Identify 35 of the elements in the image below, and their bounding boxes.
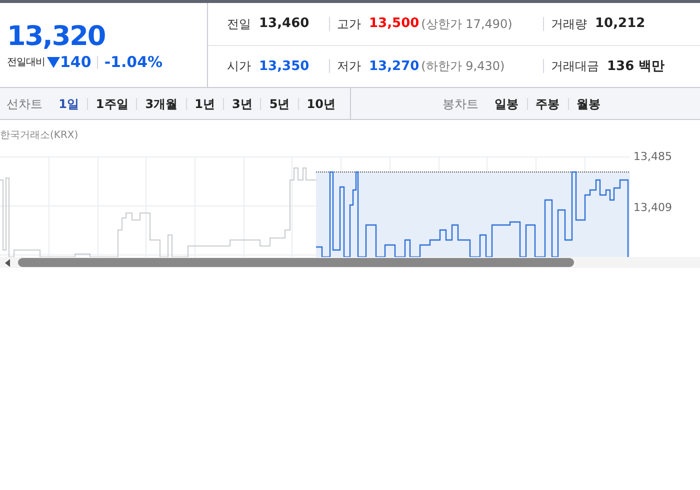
stat-value: 13,460 (259, 15, 310, 33)
stat-value: 10,212 (595, 15, 646, 33)
period-tab[interactable]: 10년 (298, 98, 344, 110)
stat-label: 거래량 (551, 16, 587, 33)
change-value: 140 (60, 54, 92, 70)
price-limit-note: (상한가 17,490) (421, 16, 512, 33)
period-tab[interactable]: 주봉 (526, 98, 568, 110)
chart-type-label: 선차트 (6, 96, 43, 112)
period-tab[interactable]: 3년 (223, 98, 260, 110)
period-tab[interactable]: 월봉 (568, 98, 608, 110)
stat-label: 거래대금 (551, 58, 599, 76)
stat-label: 고가 (337, 16, 361, 33)
chart-type-label: 봉차트 (442, 96, 478, 112)
period-tab[interactable]: 3개월 (136, 98, 186, 110)
scrollbar-thumb[interactable] (18, 258, 574, 267)
period-tab[interactable]: 5년 (260, 98, 298, 110)
stat-value: 13,270 (369, 58, 420, 76)
axis-label: 13,485 (634, 150, 672, 164)
period-tab[interactable]: 1년 (186, 98, 223, 110)
stat-label: 전일 (227, 16, 251, 33)
axis-label: 13,409 (634, 201, 672, 215)
stat-value: 13,350 (259, 58, 310, 76)
stat-value: 136 백만 (607, 58, 665, 76)
change-percent: -1.04% (104, 54, 163, 70)
change-label: 전일대비 (7, 56, 45, 70)
current-price: 13,320 (7, 20, 106, 52)
data-source: 한국거래소(KRX) (0, 128, 78, 142)
period-tab[interactable]: 일봉 (486, 98, 526, 110)
stat-label: 저가 (337, 58, 361, 76)
scroll-left-arrow-icon[interactable] (5, 258, 10, 266)
price-limit-note: (하한가 9,430) (421, 58, 505, 76)
stat-value: 13,500 (369, 15, 420, 33)
period-tab[interactable]: 1주일 (86, 98, 136, 110)
stat-label: 시가 (227, 58, 251, 76)
period-tab[interactable]: 1일 (50, 98, 87, 110)
